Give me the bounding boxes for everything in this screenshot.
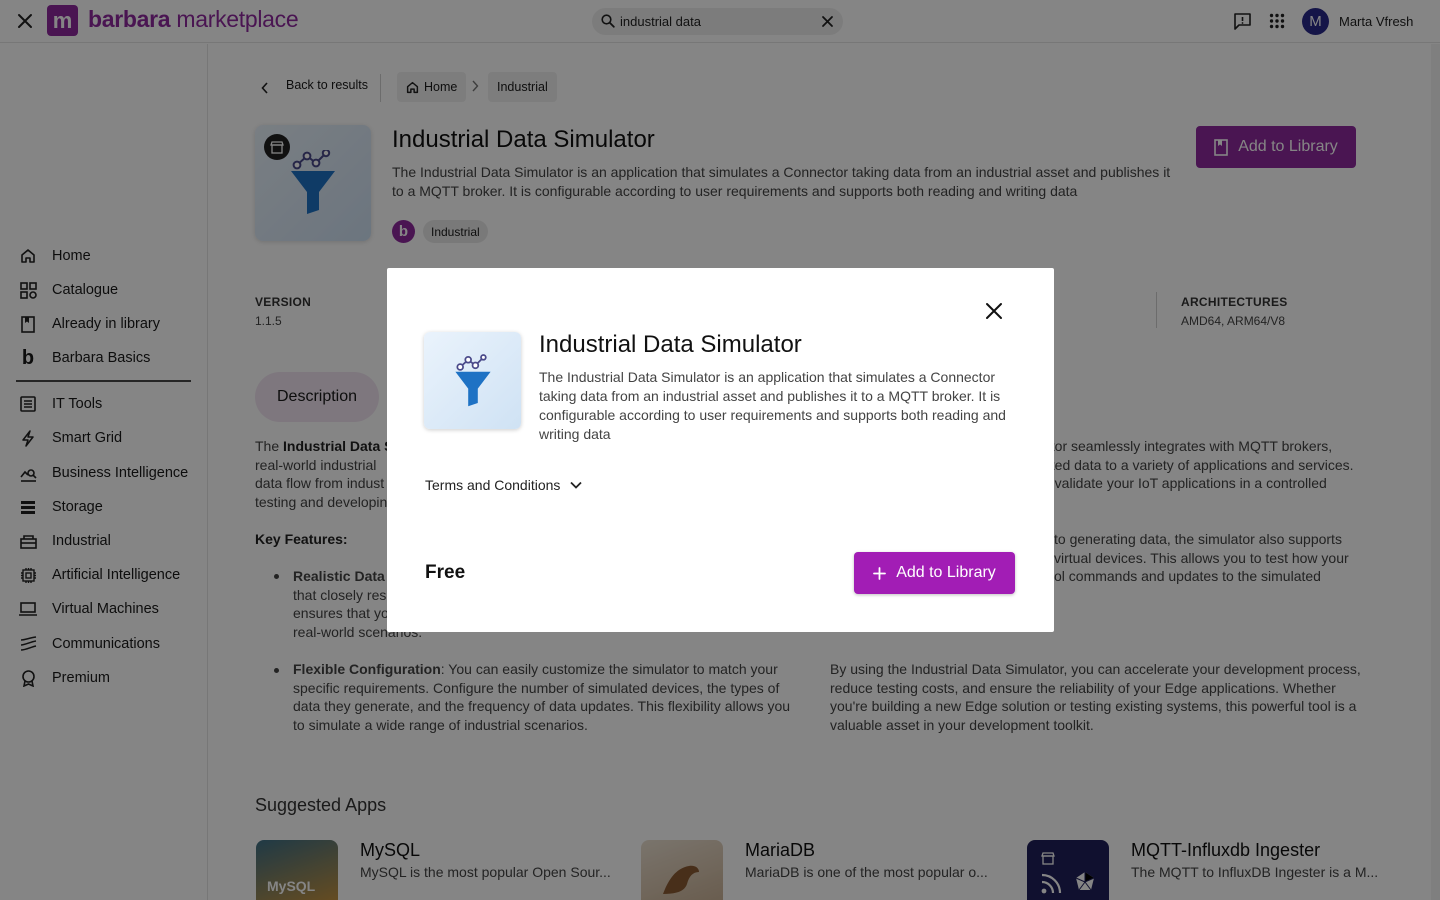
terms-and-conditions-toggle[interactable]: Terms and Conditions — [425, 477, 583, 493]
dialog-add-to-library-button[interactable]: Add to Library — [854, 552, 1015, 594]
plus-icon — [873, 566, 887, 580]
close-icon[interactable] — [984, 301, 1004, 321]
dialog-title: Industrial Data Simulator — [539, 331, 802, 358]
dialog-description: The Industrial Data Simulator is an appl… — [539, 369, 1006, 442]
add-to-library-dialog: Industrial Data Simulator The Industrial… — [387, 268, 1054, 632]
app-icon-tile — [424, 332, 521, 429]
price-label: Free — [425, 562, 466, 583]
chevron-down-icon — [570, 481, 583, 489]
funnel-icon — [454, 353, 491, 406]
